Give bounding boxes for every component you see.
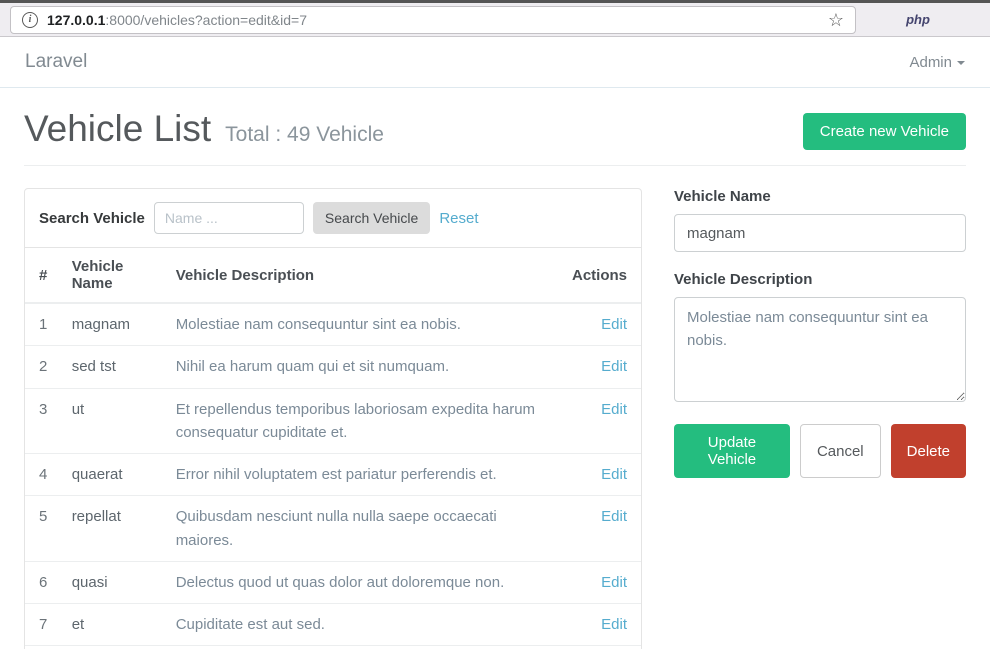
main-content: Vehicle List Total : 49 Vehicle Create n… [0, 88, 990, 649]
cancel-button[interactable]: Cancel [800, 424, 881, 478]
edit-link[interactable]: Edit [601, 466, 627, 483]
extension-area: php [856, 12, 980, 27]
col-header-actions: Actions [564, 248, 641, 303]
edit-link[interactable]: Edit [601, 574, 627, 591]
table-row: 7 et Cupiditate est aut sed. Edit [25, 604, 641, 646]
navbar: Laravel Admin [0, 37, 990, 88]
bookmark-star-icon[interactable]: ☆ [828, 11, 844, 29]
total-count-label: Total : 49 Vehicle [225, 123, 384, 147]
vehicle-table-body: 1 magnam Molestiae nam consequuntur sint… [25, 303, 641, 649]
vehicle-description-textarea[interactable]: Molestiae nam consequuntur sint ea nobis… [674, 297, 966, 402]
delete-button[interactable]: Delete [891, 424, 966, 478]
col-header-num: # [25, 248, 64, 303]
table-header-row: # Vehicle Name Vehicle Description Actio… [25, 248, 641, 303]
search-button[interactable]: Search Vehicle [313, 202, 430, 234]
site-info-icon[interactable]: i [22, 12, 38, 28]
vehicle-name-input[interactable] [674, 214, 966, 252]
col-header-description: Vehicle Description [168, 248, 564, 303]
vehicle-name-label: Vehicle Name [674, 188, 966, 205]
table-row: 4 quaerat Error nihil voluptatem est par… [25, 454, 641, 496]
table-row: 2 sed tst Nihil ea harum quam qui et sit… [25, 346, 641, 388]
admin-dropdown[interactable]: Admin [909, 54, 965, 71]
search-label: Search Vehicle [39, 210, 145, 227]
table-row: 3 ut Et repellendus temporibus laboriosa… [25, 388, 641, 454]
table-row: 6 quasi Delectus quod ut quas dolor aut … [25, 561, 641, 603]
url-host: 127.0.0.1 [47, 12, 105, 28]
url-text: 127.0.0.1:8000/vehicles?action=edit&id=7 [47, 12, 307, 28]
edit-vehicle-form: Vehicle Name Vehicle Description Molesti… [674, 188, 966, 478]
admin-dropdown-label: Admin [909, 54, 952, 71]
page-header: Vehicle List Total : 49 Vehicle Create n… [24, 108, 966, 150]
reset-link[interactable]: Reset [439, 210, 478, 227]
chevron-down-icon [957, 61, 965, 65]
php-extension-badge[interactable]: php [906, 12, 930, 27]
table-row: 1 magnam Molestiae nam consequuntur sint… [25, 303, 641, 346]
table-row: 5 repellat Quibusdam nesciunt nulla null… [25, 496, 641, 562]
vehicle-table: # Vehicle Name Vehicle Description Actio… [25, 248, 641, 649]
edit-link[interactable]: Edit [601, 316, 627, 333]
vehicle-list-card: Search Vehicle Search Vehicle Reset # Ve… [24, 188, 642, 649]
create-vehicle-button[interactable]: Create new Vehicle [803, 113, 966, 150]
address-bar[interactable]: i 127.0.0.1:8000/vehicles?action=edit&id… [10, 6, 856, 34]
header-divider [24, 165, 966, 166]
brand-logo[interactable]: Laravel [25, 51, 87, 73]
update-vehicle-button[interactable]: Update Vehicle [674, 424, 790, 478]
edit-link[interactable]: Edit [601, 616, 627, 633]
edit-link[interactable]: Edit [601, 508, 627, 525]
browser-chrome: i 127.0.0.1:8000/vehicles?action=edit&id… [0, 0, 990, 37]
search-input[interactable] [154, 202, 304, 234]
vehicle-description-label: Vehicle Description [674, 271, 966, 288]
page-title: Vehicle List [24, 108, 211, 150]
col-header-name: Vehicle Name [64, 248, 168, 303]
url-path: :8000/vehicles?action=edit&id=7 [105, 12, 307, 28]
form-buttons: Update Vehicle Cancel Delete [674, 424, 966, 478]
edit-link[interactable]: Edit [601, 358, 627, 375]
edit-link[interactable]: Edit [601, 401, 627, 418]
search-bar: Search Vehicle Search Vehicle Reset [25, 189, 641, 248]
